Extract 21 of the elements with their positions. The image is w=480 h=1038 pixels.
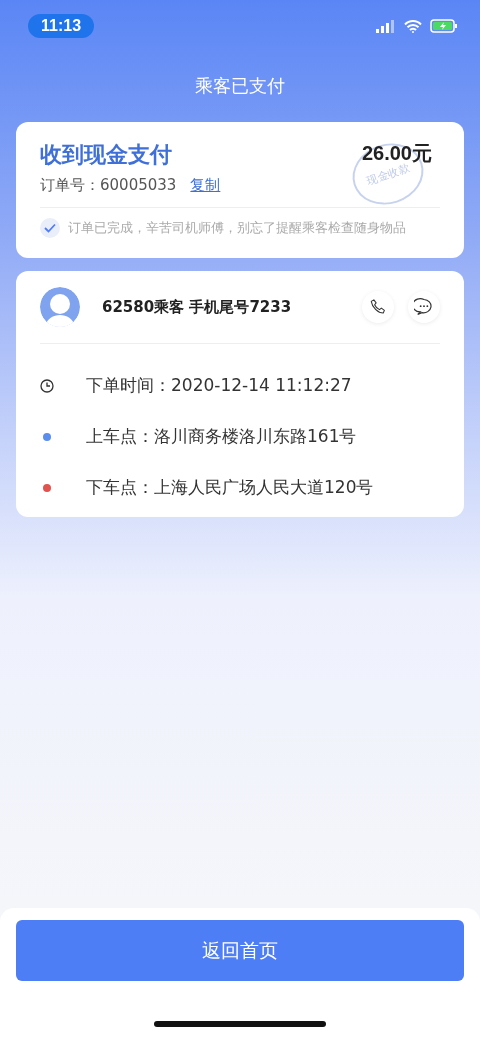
wifi-icon xyxy=(404,19,422,33)
trip-detail: 下单时间：2020-12-14 11:12:27 xyxy=(86,374,352,397)
passenger-name: 62580乘客 手机尾号7233 xyxy=(102,297,293,317)
completion-notice: 订单已完成，辛苦司机师傅，别忘了提醒乘客检查随身物品 xyxy=(68,219,407,237)
payment-amount: 26.00元 xyxy=(361,141,432,164)
order-number: 订单号：60005033 xyxy=(40,176,177,195)
message-button[interactable] xyxy=(408,291,440,323)
home-button[interactable]: 返回首页 xyxy=(16,920,464,981)
status-time: 11:13 xyxy=(28,14,95,38)
signal-icon xyxy=(376,19,396,33)
clock-icon xyxy=(40,378,54,393)
trip-detail: 上车点：洛川商务楼洛川东路161号 xyxy=(86,425,357,448)
call-button[interactable] xyxy=(362,291,394,323)
trip-detail: 下车点：上海人民广场人民大道120号 xyxy=(86,476,374,499)
payment-heading: 收到现金支付 xyxy=(40,141,172,169)
chat-icon xyxy=(414,297,434,317)
copy-link[interactable]: 复制 xyxy=(190,176,221,195)
avatar-icon xyxy=(40,287,80,327)
phone-icon xyxy=(369,298,387,316)
page-title: 乘客已支付 xyxy=(194,74,286,98)
battery-icon xyxy=(430,19,458,33)
